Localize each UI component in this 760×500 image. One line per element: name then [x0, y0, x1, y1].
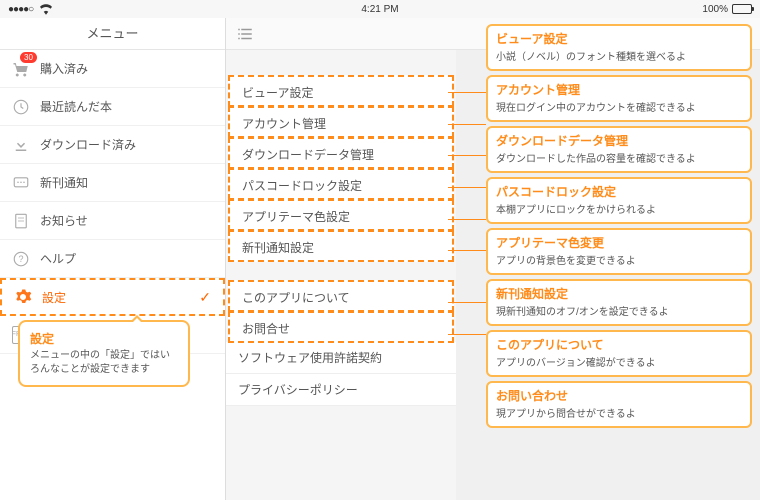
svg-text:?: ? [18, 254, 23, 264]
callout-title: アプリテーマ色変更 [496, 234, 742, 251]
status-time: 4:21 PM [361, 4, 398, 15]
connector [448, 92, 486, 93]
callout-title: ビューア設定 [496, 30, 742, 47]
callout-title: ダウンロードデータ管理 [496, 132, 742, 149]
callout-notify: 新刊通知設定 現新刊通知のオフ/オンを設定できるよ [486, 279, 752, 326]
connector [448, 250, 486, 251]
set-account[interactable]: アカウント管理 [228, 106, 454, 138]
callout-desc: アプリのバージョン確認ができるよ [496, 354, 742, 369]
callout-title: パスコードロック設定 [496, 183, 742, 200]
speech-title: 設定 [30, 330, 178, 347]
menu-item-settings[interactable]: 設定 ✓ [0, 278, 225, 316]
set-contact[interactable]: お問合せ [228, 311, 454, 343]
menu-item-recent[interactable]: 最近読んだ本 [0, 88, 225, 126]
connector [448, 155, 486, 156]
battery-icon [732, 4, 752, 14]
menu-header: メニュー [0, 18, 225, 50]
download-icon [12, 136, 30, 154]
connector [448, 187, 486, 188]
signal-icon: ●●●●○ [8, 4, 33, 15]
menu-label: 設定 [42, 289, 66, 306]
settings-panel: ビューア設定 アカウント管理 ダウンロードデータ管理 パスコードロック設定 アプ… [226, 18, 456, 500]
set-privacy[interactable]: プライバシーポリシー [226, 374, 456, 406]
speech-bubble: 設定 メニューの中の「設定」ではいろんなことが設定できます [18, 320, 190, 387]
help-icon: ? [12, 250, 30, 268]
menu-label: 新刊通知 [40, 174, 88, 191]
callout-desc: 現アプリから問合せができるよ [496, 405, 742, 420]
set-notify[interactable]: 新刊通知設定 [228, 230, 454, 262]
menu-item-new[interactable]: 新刊通知 [0, 164, 225, 202]
status-left: ●●●●○ [8, 0, 55, 20]
sidebar: メニュー 30 購入済み 最近読んだ本 ダウンロード済み 新刊通知 お知らせ [0, 18, 226, 500]
callout-desc: 現新刊通知のオフ/オンを設定できるよ [496, 303, 742, 318]
check-icon: ✓ [199, 289, 211, 306]
menu-item-downloaded[interactable]: ダウンロード済み [0, 126, 225, 164]
note-icon [12, 212, 30, 230]
speech-desc: メニューの中の「設定」ではいろんなことが設定できます [30, 349, 178, 377]
status-right: 100% [702, 4, 752, 15]
menu-label: ダウンロード済み [40, 136, 136, 153]
callout-viewer: ビューア設定 小説（ノベル）のフォント種類を選べるよ [486, 24, 752, 71]
menu-label: ヘルプ [40, 250, 76, 267]
menu-item-help[interactable]: ? ヘルプ [0, 240, 225, 278]
callout-about: このアプリについて アプリのバージョン確認ができるよ [486, 330, 752, 377]
list-icon[interactable] [226, 18, 456, 50]
callout-title: お問い合わせ [496, 387, 742, 404]
callout-title: 新刊通知設定 [496, 285, 742, 302]
menu-item-notice[interactable]: お知らせ [0, 202, 225, 240]
callout-desc: アプリの背景色を変更できるよ [496, 252, 742, 267]
callout-desc: ダウンロードした作品の容量を確認できるよ [496, 150, 742, 165]
callouts: ビューア設定 小説（ノベル）のフォント種類を選べるよ アカウント管理 現在ログイ… [486, 24, 752, 432]
callout-account: アカウント管理 現在ログイン中のアカウントを確認できるよ [486, 75, 752, 122]
set-license[interactable]: ソフトウェア使用許諾契約 [226, 342, 456, 374]
callout-desc: 本棚アプリにロックをかけられるよ [496, 201, 742, 216]
callout-contact: お問い合わせ 現アプリから問合せができるよ [486, 381, 752, 428]
callout-download: ダウンロードデータ管理 ダウンロードした作品の容量を確認できるよ [486, 126, 752, 173]
callout-title: アカウント管理 [496, 81, 742, 98]
connector [448, 302, 486, 303]
battery-pct: 100% [702, 4, 728, 15]
set-theme[interactable]: アプリテーマ色設定 [228, 199, 454, 231]
set-passcode[interactable]: パスコードロック設定 [228, 168, 454, 200]
message-icon [12, 174, 30, 192]
menu-label: 購入済み [40, 60, 88, 77]
connector [448, 219, 486, 220]
callout-passcode: パスコードロック設定 本棚アプリにロックをかけられるよ [486, 177, 752, 224]
connector [448, 124, 486, 125]
set-download[interactable]: ダウンロードデータ管理 [228, 137, 454, 169]
status-bar: ●●●●○ 4:21 PM 100% [0, 0, 760, 18]
gear-icon [14, 288, 32, 306]
set-viewer[interactable]: ビューア設定 [228, 75, 454, 107]
callout-theme: アプリテーマ色変更 アプリの背景色を変更できるよ [486, 228, 752, 275]
wifi-icon [37, 0, 55, 20]
menu-label: お知らせ [40, 212, 88, 229]
badge: 30 [20, 52, 37, 63]
connector [448, 334, 486, 335]
clock-icon [12, 98, 30, 116]
callout-desc: 現在ログイン中のアカウントを確認できるよ [496, 99, 742, 114]
callout-desc: 小説（ノベル）のフォント種類を選べるよ [496, 48, 742, 63]
menu-item-purchased[interactable]: 30 購入済み [0, 50, 225, 88]
menu-label: 最近読んだ本 [40, 98, 112, 115]
set-about[interactable]: このアプリについて [228, 280, 454, 312]
callout-title: このアプリについて [496, 336, 742, 353]
